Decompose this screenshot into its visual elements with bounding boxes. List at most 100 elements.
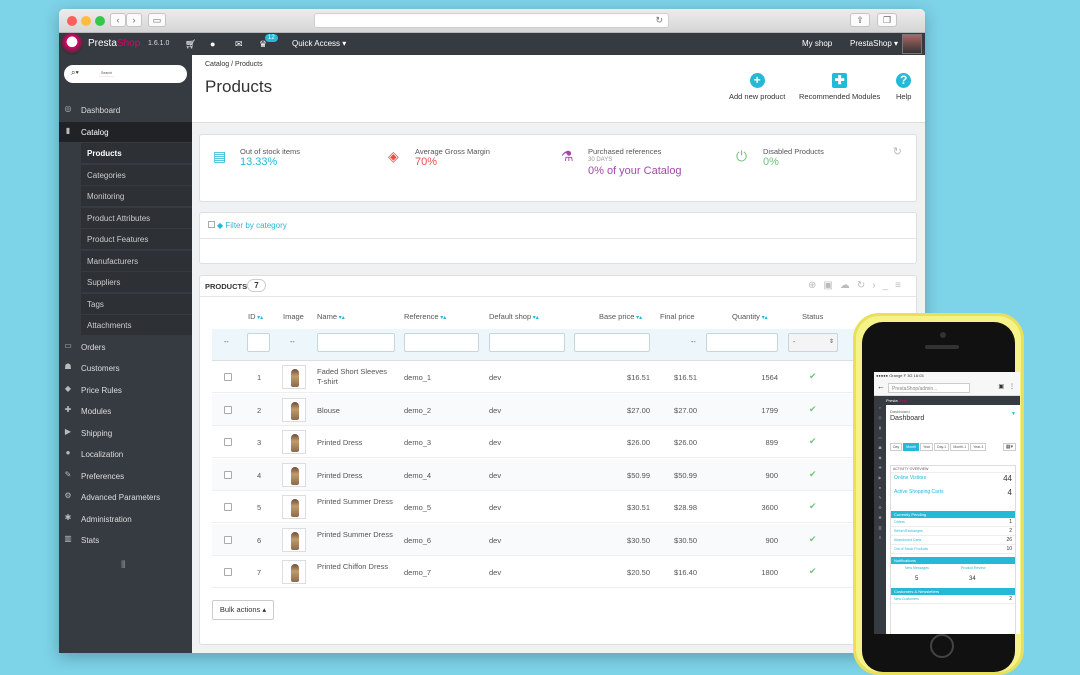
collapse-menu-icon[interactable]: ⦀: [121, 560, 125, 571]
sidebar-item-localization[interactable]: ● Localization: [59, 444, 192, 464]
status-enabled-icon[interactable]: ✔: [809, 534, 817, 545]
name-cell[interactable]: Printed Dress: [317, 471, 395, 480]
reference-filter-input[interactable]: [404, 333, 479, 352]
shop-filter-input[interactable]: [489, 333, 565, 352]
phone-tab-day[interactable]: Day: [890, 443, 903, 451]
submenu-item-products[interactable]: Products: [81, 143, 192, 163]
phone-nav-icon[interactable]: ✱: [874, 515, 886, 525]
filter-by-category[interactable]: ◆ Filter by category: [208, 221, 287, 230]
search-input[interactable]: ⌕▾ Search: [64, 65, 187, 83]
product-thumbnail[interactable]: [282, 365, 306, 389]
export-icon[interactable]: ▣: [823, 280, 839, 291]
phone-tabs-icon[interactable]: ▣: [998, 383, 1004, 390]
column-header-base-price[interactable]: Base price ▾▴: [599, 312, 642, 321]
name-cell[interactable]: Printed Summer Dress: [317, 497, 395, 507]
cloud-upload-icon[interactable]: ☁: [840, 280, 857, 291]
phone-nav-icon[interactable]: ✚: [874, 465, 886, 475]
phone-nav-icon[interactable]: ✎: [874, 495, 886, 505]
add-icon[interactable]: ⊕: [808, 280, 823, 291]
phone-menu-icon[interactable]: ⋮: [1009, 383, 1015, 390]
sort-arrows-icon[interactable]: ▾▴: [634, 315, 642, 321]
name-cell[interactable]: Printed Dress: [317, 438, 395, 447]
column-header-reference[interactable]: Reference ▾▴: [404, 312, 446, 321]
phone-tab-year[interactable]: Year: [919, 443, 934, 451]
submenu-item-product-attributes[interactable]: Product Attributes: [81, 207, 192, 228]
sidebar-item-price-rules[interactable]: ◆ Price Rules: [59, 380, 192, 400]
sql-icon[interactable]: ›_: [872, 280, 895, 291]
base-price-filter-input[interactable]: [574, 333, 650, 352]
user-icon[interactable]: ●: [210, 39, 215, 49]
id-filter-input[interactable]: [247, 333, 270, 352]
phone-tab-month-1[interactable]: Month-1: [950, 443, 970, 451]
phone-pending-row[interactable]: Out of Stock Products 10: [891, 545, 1015, 554]
tabs-icon[interactable]: ❐: [877, 13, 897, 27]
sort-arrows-icon[interactable]: ▾▴: [439, 315, 446, 321]
phone-pending-row[interactable]: Abandoned Carts 26: [891, 536, 1015, 545]
phone-nav-icon[interactable]: ⚙: [874, 505, 886, 515]
phone-tab-day-1[interactable]: Day-1: [934, 443, 950, 451]
status-enabled-icon[interactable]: ✔: [809, 436, 817, 447]
status-enabled-icon[interactable]: ✔: [809, 371, 817, 382]
sort-arrows-icon[interactable]: ▾▴: [337, 315, 345, 321]
database-icon[interactable]: ≡: [895, 280, 908, 291]
prestashop-logo[interactable]: [61, 33, 83, 55]
name-cell[interactable]: Printed Summer Dress: [317, 530, 395, 540]
table-row[interactable]: 3 Printed Dress demo_3 dev $26.00 $26.00 899 ✔: [212, 426, 916, 458]
phone-active-carts[interactable]: Active Shopping Carts 4: [891, 487, 1015, 501]
sidebar-item-orders[interactable]: ▭ Orders: [59, 337, 192, 357]
column-header-id[interactable]: ID ▾▴: [248, 312, 263, 321]
table-row[interactable]: 7 Printed Chiffon Dress demo_7 dev $20.50 $16…: [212, 556, 916, 588]
phone-tab-month[interactable]: Month: [903, 443, 919, 451]
quantity-filter-input[interactable]: [706, 333, 778, 352]
phone-nav-icon[interactable]: ▥: [874, 525, 886, 535]
status-filter-select[interactable]: - ⇕: [788, 333, 838, 352]
phone-nav-icon[interactable]: ▭: [874, 435, 886, 445]
submenu-item-suppliers[interactable]: Suppliers: [81, 272, 192, 292]
sidebar-toggle-icon[interactable]: ▭: [148, 13, 166, 27]
phone-nav-icon[interactable]: ◆: [874, 455, 886, 465]
reload-icon[interactable]: ↻: [655, 15, 663, 26]
back-icon[interactable]: ‹: [110, 13, 126, 27]
sort-arrows-icon[interactable]: ▾▴: [256, 315, 263, 321]
sidebar-item-shipping[interactable]: ▶ Shipping: [59, 423, 192, 443]
submenu-item-manufacturers[interactable]: Manufacturers: [81, 250, 192, 271]
name-filter-input[interactable]: [317, 333, 395, 352]
product-thumbnail[interactable]: [282, 462, 306, 487]
row-checkbox[interactable]: [224, 373, 232, 381]
kpi-value[interactable]: 0%: [763, 156, 779, 168]
row-checkbox[interactable]: [224, 438, 232, 446]
column-header-name[interactable]: Name ▾▴: [317, 312, 345, 321]
phone-nav-icon[interactable]: ▮: [874, 425, 886, 435]
employee-menu[interactable]: PrestaShop ▾: [850, 39, 898, 48]
refresh-list-icon[interactable]: ↻: [857, 280, 872, 291]
address-bar[interactable]: ↻: [314, 13, 669, 28]
share-icon[interactable]: ⇪: [850, 13, 870, 27]
phone-new-customers[interactable]: New Customers 2: [891, 595, 1015, 604]
sidebar-item-administration[interactable]: ✱ Administration: [59, 509, 192, 529]
table-row[interactable]: 5 Printed Summer Dress demo_5 dev $30.51 $28.…: [212, 491, 916, 523]
name-cell[interactable]: Blouse: [317, 406, 395, 415]
phone-dropdown-icon[interactable]: ▼: [1011, 411, 1016, 417]
home-button[interactable]: [930, 634, 954, 658]
product-thumbnail[interactable]: [282, 560, 306, 584]
sidebar-item-catalog[interactable]: ▮ Catalog: [59, 121, 192, 142]
row-checkbox[interactable]: [224, 503, 232, 511]
search-icon[interactable]: ⌕▾: [71, 68, 79, 78]
name-cell[interactable]: Printed Chiffon Dress: [317, 562, 395, 572]
phone-review-label[interactable]: Product Review: [961, 566, 986, 570]
sidebar-item-modules[interactable]: ✚ Modules: [59, 401, 192, 421]
sort-arrows-icon[interactable]: ▾▴: [760, 315, 768, 321]
phone-messages-label[interactable]: New Messages: [905, 566, 929, 570]
status-enabled-icon[interactable]: ✔: [809, 566, 817, 577]
recommended-modules-button[interactable]: ✚ Recommended Modules: [799, 73, 880, 101]
envelope-icon[interactable]: ✉: [235, 39, 243, 50]
sidebar-item-dashboard[interactable]: ◎ Dashboard: [59, 100, 192, 120]
product-thumbnail[interactable]: [282, 430, 306, 454]
phone-nav-icon[interactable]: ◎: [874, 415, 886, 425]
phone-nav-icon[interactable]: ⦀: [874, 535, 886, 545]
status-enabled-icon[interactable]: ✔: [809, 469, 817, 480]
submenu-item-tags[interactable]: Tags: [81, 293, 192, 314]
submenu-item-monitoring[interactable]: Monitoring: [81, 186, 192, 206]
kpi-value[interactable]: 13.33%: [240, 156, 277, 168]
phone-online-visitors[interactable]: Online Visitors 44: [891, 473, 1015, 487]
